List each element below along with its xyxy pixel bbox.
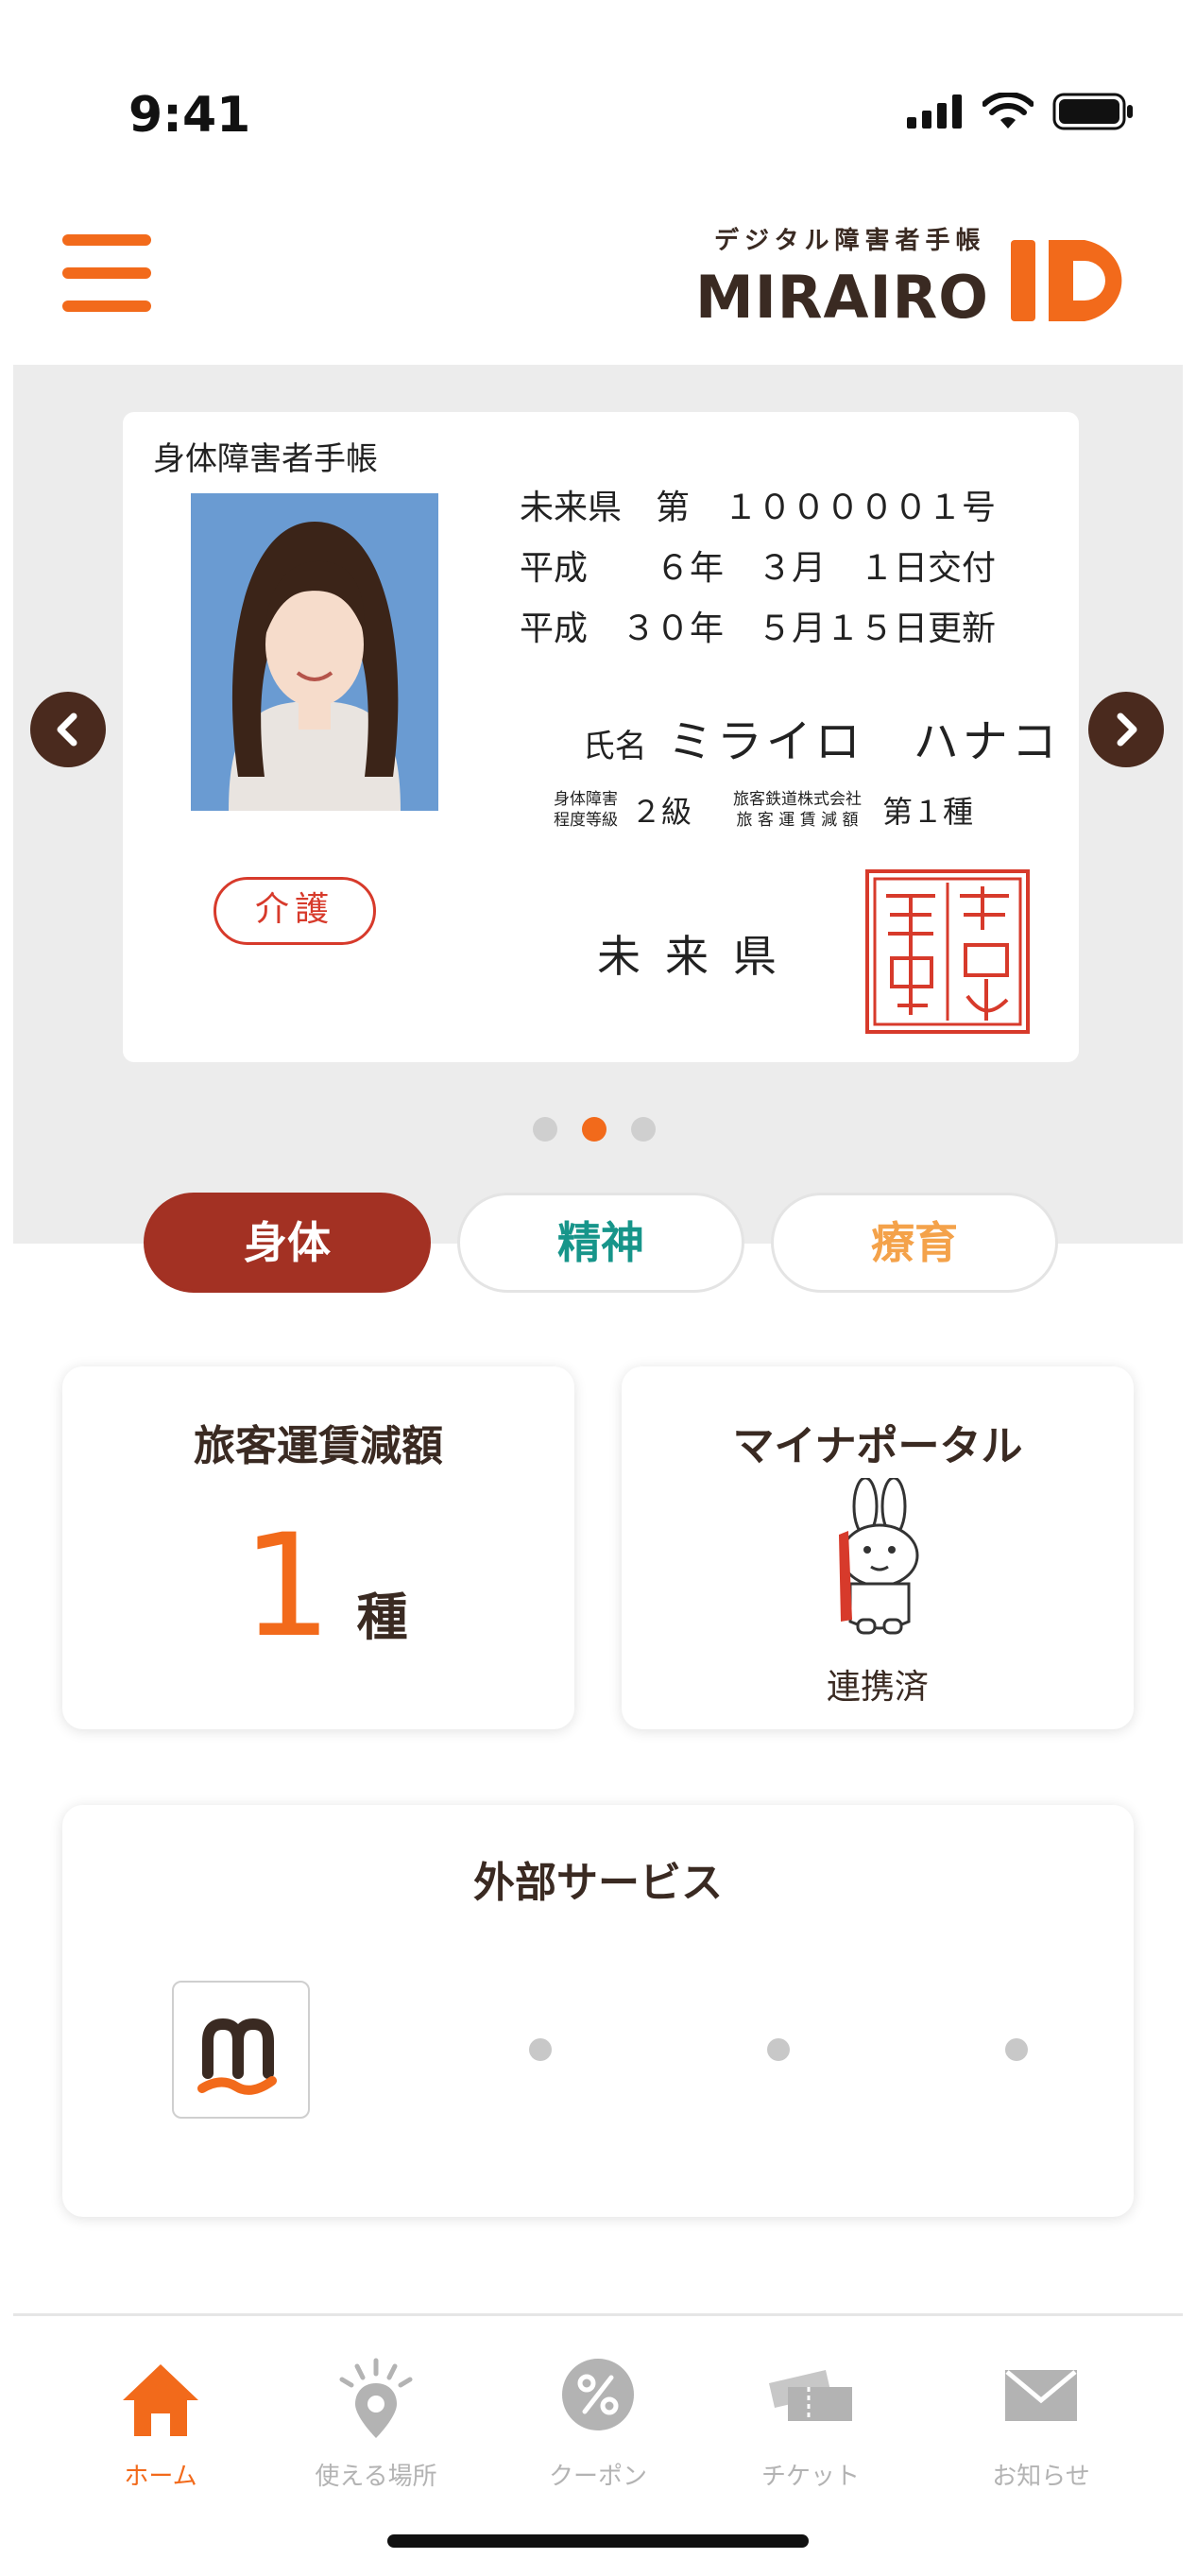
care-badge: 介護 xyxy=(214,877,376,945)
menu-bar-icon xyxy=(62,234,151,246)
logo-tagline: デジタル障害者手帳 xyxy=(714,227,986,255)
page-dot-active[interactable] xyxy=(582,1117,607,1142)
home-indicator xyxy=(387,2534,809,2548)
card-carousel: 身体障害者手帳 未来県 第 １０００００１号 平成 ６年 ３月 １日交付 平成 ３０… xyxy=(13,365,1183,1244)
chevron-left-icon xyxy=(57,713,77,747)
holder-name: ミライロ ハナコ xyxy=(667,715,1061,768)
external-slot-placeholder xyxy=(529,2038,552,2061)
home-icon xyxy=(123,2364,198,2436)
issuer-name: 未来県 xyxy=(597,931,801,982)
name-label: 氏名 xyxy=(582,728,647,765)
external-slot-placeholder xyxy=(767,2038,790,2061)
tab-coupon[interactable]: クーポン xyxy=(513,2355,683,2497)
fare-class-number: 1 xyxy=(242,1504,333,1669)
grade-label: 身体障害 程度等級 xyxy=(554,789,618,831)
logo-brand: MIRAIRO xyxy=(695,263,990,332)
tab-mental[interactable]: 精神 xyxy=(457,1193,744,1293)
mynaportal-card[interactable]: マイナポータル 連携済 xyxy=(622,1366,1134,1729)
grade-block: 身体障害 程度等級 ２級 旅客鉄道株式会社 旅 客 運 賃 減 額 第１種 xyxy=(554,788,973,832)
wifi-icon xyxy=(982,93,1034,129)
rail-fare-class: 第１種 xyxy=(882,794,974,830)
status-icons xyxy=(907,93,1134,130)
grade-value: ２級 xyxy=(631,794,692,830)
external-app-mirairo-button[interactable] xyxy=(172,1981,310,2119)
card-type-label: 身体障害者手帳 xyxy=(153,440,378,478)
grade-label-line2: 程度等級 xyxy=(554,811,618,830)
rail-label: 旅客鉄道株式会社 旅 客 運 賃 減 額 xyxy=(733,789,862,831)
name-row: 氏名 ミライロ ハナコ xyxy=(544,686,1061,788)
fare-value-row: 1 種 xyxy=(242,1504,407,1669)
disability-id-card[interactable]: 身体障害者手帳 未来県 第 １０００００１号 平成 ６年 ３月 １日交付 平成 ３０… xyxy=(123,412,1079,1062)
external-services-row xyxy=(172,1981,1079,2119)
fare-class-unit: 種 xyxy=(356,1588,408,1647)
external-slot-placeholder xyxy=(1005,2038,1028,2061)
rail-label-line1: 旅客鉄道株式会社 xyxy=(733,790,863,809)
mail-icon xyxy=(1005,2370,1077,2421)
tab-ticket-label: チケット xyxy=(760,2463,860,2491)
seal-glyphs xyxy=(873,877,1022,1026)
ticket-icon xyxy=(769,2370,852,2421)
mirairo-m-icon xyxy=(197,2018,277,2095)
location-pin-icon xyxy=(339,2358,413,2438)
bottom-tab-bar: ホーム 使える場所 クーポン チケット お知らせ xyxy=(0,2317,1196,2506)
carousel-next-button[interactable] xyxy=(1088,692,1164,767)
tab-ticket[interactable]: チケット xyxy=(726,2355,896,2497)
category-tabs: 身体 精神 療育 xyxy=(144,1193,1058,1293)
card-line-number: 未来県 第 １０００００１号 xyxy=(520,489,997,527)
battery-icon xyxy=(1052,93,1133,130)
external-services-card: 外部サービス xyxy=(62,1805,1134,2217)
tabbar-divider xyxy=(13,2313,1183,2316)
tab-notifications[interactable]: お知らせ xyxy=(956,2355,1126,2497)
app-header: デジタル障害者手帳 MIRAIRO ID xyxy=(0,189,1196,359)
page-dot[interactable] xyxy=(533,1117,557,1142)
fare-reduction-card[interactable]: 旅客運賃減額 1 種 xyxy=(62,1366,574,1729)
grade-label-line1: 身体障害 xyxy=(554,790,618,809)
tab-places-label: 使える場所 xyxy=(315,2463,437,2491)
tab-coupon-label: クーポン xyxy=(548,2463,647,2491)
card-detail-lines: 未来県 第 １０００００１号 平成 ６年 ３月 １日交付 平成 ３０年 ５月１５日更… xyxy=(520,478,996,660)
card-line-renewed: 平成 ３０年 ５月１５日更新 xyxy=(520,610,997,648)
percent-coupon-icon xyxy=(562,2359,634,2430)
status-time: 9:41 xyxy=(128,87,251,144)
tab-notifications-label: お知らせ xyxy=(992,2463,1090,2491)
tab-home[interactable]: ホーム xyxy=(76,2355,246,2497)
logo-id-mark: ID xyxy=(1011,240,1122,321)
tab-places[interactable]: 使える場所 xyxy=(291,2355,461,2497)
tab-home-label: ホーム xyxy=(124,2463,197,2491)
app-screen: 9:41 デジタル障害者手帳 MIRAIRO ID 身体障害者手帳 未来県 第 … xyxy=(0,0,1196,2576)
chevron-right-icon xyxy=(1117,713,1137,747)
external-services-title: 外部サービス xyxy=(473,1859,723,1907)
portal-card-title: マイナポータル xyxy=(732,1422,1023,1470)
svg-text:ID: ID xyxy=(1073,294,1074,296)
rail-label-line2: 旅 客 運 賃 減 額 xyxy=(736,811,859,830)
portal-link-status: 連携済 xyxy=(826,1668,929,1707)
page-dot[interactable] xyxy=(631,1117,656,1142)
profile-photo xyxy=(191,493,438,811)
portrait-image xyxy=(191,493,438,811)
fare-card-title: 旅客運賃減額 xyxy=(194,1422,443,1470)
menu-bar-icon xyxy=(62,267,151,279)
menu-bar-icon xyxy=(62,301,151,312)
tab-rehabilitation[interactable]: 療育 xyxy=(771,1193,1058,1293)
tab-physical[interactable]: 身体 xyxy=(144,1193,431,1293)
status-bar: 9:41 xyxy=(0,0,1196,180)
mirairo-id-logo: デジタル障害者手帳 MIRAIRO ID xyxy=(695,221,1139,335)
hamburger-menu-button[interactable] xyxy=(62,234,151,312)
official-seal-stamp xyxy=(865,869,1030,1034)
carousel-prev-button[interactable] xyxy=(30,692,106,767)
carousel-page-indicator xyxy=(533,1117,656,1142)
card-line-issued: 平成 ６年 ３月 １日交付 xyxy=(520,549,997,588)
signal-icon xyxy=(907,94,962,129)
mynaportal-rabbit-icon xyxy=(839,1478,919,1635)
